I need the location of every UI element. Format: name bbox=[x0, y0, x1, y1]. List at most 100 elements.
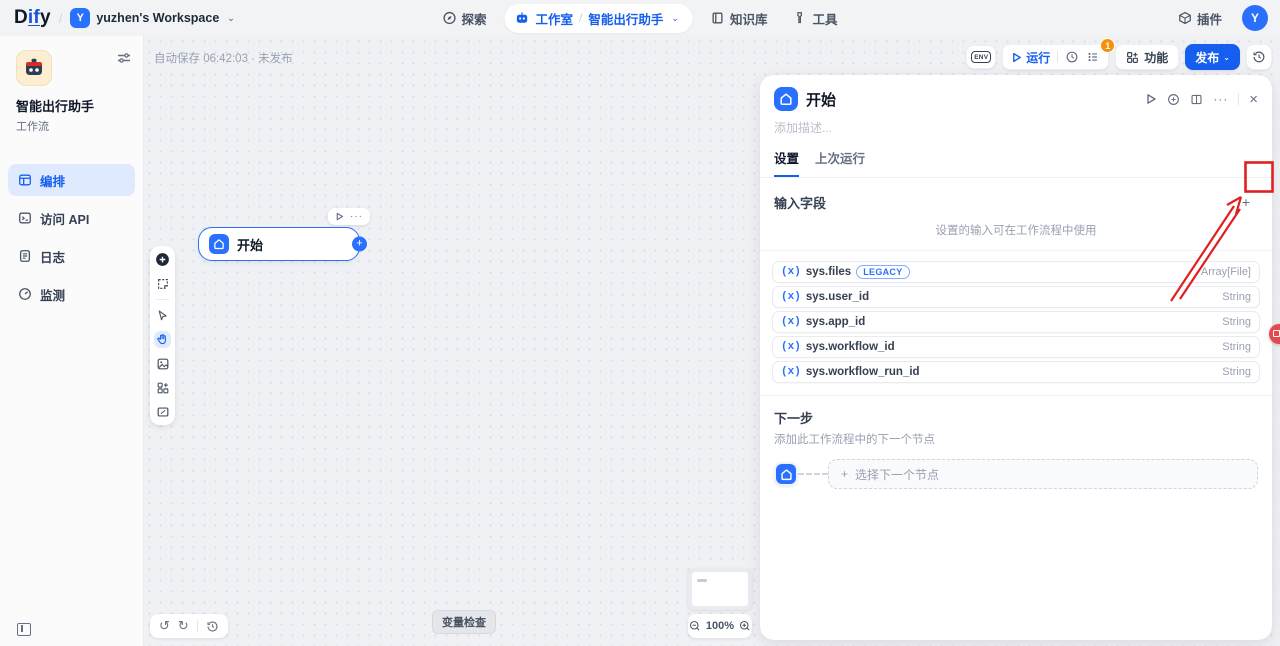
select-next-node-button[interactable]: + 选择下一个节点 bbox=[828, 459, 1258, 489]
circle-plus-icon[interactable] bbox=[1167, 93, 1180, 106]
home-icon bbox=[774, 462, 798, 486]
field-row-sys-user-id[interactable]: (x) sys.user_id String bbox=[772, 286, 1260, 308]
next-step-title: 下一步 bbox=[774, 408, 1258, 427]
version-history-button[interactable] bbox=[1246, 44, 1272, 70]
export-image-icon[interactable] bbox=[154, 355, 171, 372]
features-icon bbox=[1126, 51, 1139, 64]
field-row-sys-files[interactable]: (x) sys.files LEGACY Array[File] bbox=[772, 261, 1260, 283]
field-row-sys-app-id[interactable]: (x) sys.app_id String bbox=[772, 311, 1260, 333]
layout-columns-icon[interactable] bbox=[1190, 93, 1203, 106]
checklist-badge: 1 bbox=[1100, 38, 1115, 53]
input-fields-title: 输入字段 bbox=[774, 193, 826, 212]
home-icon bbox=[209, 234, 229, 254]
zoom-out-icon[interactable] bbox=[689, 620, 701, 632]
breadcrumb-separator: / bbox=[59, 11, 63, 26]
panel-tabs: 设置 上次运行 bbox=[760, 136, 1272, 178]
close-icon[interactable]: × bbox=[1249, 91, 1258, 108]
app-name: 智能出行助手 bbox=[16, 96, 131, 115]
zoom-in-icon[interactable] bbox=[739, 620, 751, 632]
checklist-icon[interactable] bbox=[1086, 50, 1100, 64]
robot-icon bbox=[515, 11, 530, 26]
nav-studio[interactable]: 工作室 bbox=[536, 9, 574, 28]
field-type: Array[File] bbox=[1201, 266, 1251, 278]
variable-icon: (x) bbox=[781, 316, 801, 328]
chevron-down-icon: ⌄ bbox=[227, 13, 235, 24]
app-settings-icon[interactable] bbox=[117, 52, 131, 64]
description-placeholder[interactable]: 添加描述... bbox=[760, 111, 1272, 136]
hand-tool-icon[interactable] bbox=[154, 331, 171, 348]
chevron-down-icon: ⌄ bbox=[671, 13, 679, 24]
variable-icon: (x) bbox=[781, 366, 801, 378]
more-icon[interactable]: ··· bbox=[1213, 92, 1228, 106]
undo-redo-bar: ↺ ↻ bbox=[150, 614, 228, 638]
add-node-icon[interactable] bbox=[154, 251, 171, 268]
sidebar-collapse-icon[interactable] bbox=[17, 623, 31, 636]
run-button[interactable]: 运行 bbox=[1011, 49, 1050, 66]
next-step-subtitle: 添加此工作流程中的下一个节点 bbox=[774, 431, 1258, 447]
run-toolbar-group: 运行 1 bbox=[1002, 44, 1109, 70]
organize-blocks-icon[interactable] bbox=[154, 379, 171, 396]
add-next-node-handle[interactable]: + bbox=[352, 237, 367, 252]
app-type: 工作流 bbox=[16, 118, 131, 134]
chevron-down-icon: ⌄ bbox=[1223, 53, 1230, 62]
field-row-sys-workflow-id[interactable]: (x) sys.workflow_id String bbox=[772, 336, 1260, 358]
zoom-level[interactable]: 100% bbox=[706, 620, 734, 632]
nav-explore[interactable]: 探索 bbox=[435, 5, 495, 32]
log-icon bbox=[18, 249, 32, 263]
fit-view-icon[interactable] bbox=[154, 403, 171, 420]
autosave-status: 自动保存 06:42:03 · 未发布 bbox=[154, 50, 293, 66]
sidebar-item-api[interactable]: 访问 API bbox=[8, 202, 135, 234]
field-type: String bbox=[1222, 291, 1251, 303]
sidebar-item-monitoring[interactable]: 监测 bbox=[8, 278, 135, 310]
note-icon[interactable] bbox=[154, 275, 171, 292]
variable-icon: (x) bbox=[781, 266, 801, 278]
play-icon[interactable] bbox=[1145, 93, 1157, 105]
nav-studio-group[interactable]: 工作室 / 智能出行助手 ⌄ bbox=[505, 4, 693, 33]
orchestrate-icon bbox=[18, 173, 32, 187]
node-config-panel: 开始 ··· × 添加描述... 设置 上次运行 输入字段 + 设置的输入可在工… bbox=[760, 75, 1272, 640]
gauge-icon bbox=[18, 287, 32, 301]
legacy-badge: LEGACY bbox=[856, 265, 909, 279]
app-sidebar: 智能出行助手 工作流 编排 访问 API 日志 监测 bbox=[0, 36, 144, 646]
features-button[interactable]: 功能 bbox=[1115, 44, 1179, 70]
change-history-icon[interactable] bbox=[206, 620, 219, 633]
home-icon bbox=[774, 87, 798, 111]
book-icon bbox=[711, 11, 725, 25]
tab-last-run[interactable]: 上次运行 bbox=[815, 148, 865, 177]
connector-line bbox=[798, 473, 828, 475]
workspace-switcher[interactable]: Y yuzhen's Workspace ⌄ bbox=[70, 8, 234, 28]
app-icon[interactable] bbox=[16, 50, 52, 86]
timer-icon[interactable] bbox=[1065, 50, 1079, 64]
user-avatar[interactable]: Y bbox=[1242, 5, 1268, 31]
nav-plugins[interactable]: 插件 bbox=[1170, 5, 1230, 32]
sidebar-item-logs[interactable]: 日志 bbox=[8, 240, 135, 272]
tab-settings[interactable]: 设置 bbox=[774, 148, 799, 177]
redo-icon[interactable]: ↻ bbox=[178, 618, 189, 634]
history-icon bbox=[1252, 50, 1266, 64]
input-fields-hint: 设置的输入可在工作流程中使用 bbox=[760, 220, 1272, 251]
play-icon bbox=[1011, 52, 1022, 63]
more-icon[interactable]: ··· bbox=[350, 211, 363, 222]
variable-check-button[interactable]: 变量检查 bbox=[432, 610, 496, 634]
top-header: Dify / Y yuzhen's Workspace ⌄ 探索 工作室 / 智… bbox=[0, 0, 1280, 36]
canvas-tool-rail bbox=[150, 246, 175, 425]
terminal-icon bbox=[18, 211, 32, 225]
dify-logo[interactable]: Dify bbox=[14, 7, 51, 29]
node-hover-toolbar[interactable]: ··· bbox=[328, 208, 370, 225]
nav-current-app[interactable]: 智能出行助手 bbox=[588, 9, 663, 28]
sidebar-item-orchestrate[interactable]: 编排 bbox=[8, 164, 135, 196]
input-fields-list: (x) sys.files LEGACY Array[File] (x) sys… bbox=[760, 251, 1272, 396]
workspace-avatar: Y bbox=[70, 8, 90, 28]
publish-button[interactable]: 发布 ⌄ bbox=[1185, 44, 1240, 70]
undo-icon[interactable]: ↺ bbox=[159, 618, 170, 634]
explore-icon bbox=[443, 11, 457, 25]
pointer-icon[interactable] bbox=[154, 307, 171, 324]
env-button[interactable]: ENV bbox=[966, 45, 996, 69]
nav-tools[interactable]: 工具 bbox=[785, 5, 845, 32]
add-input-field-button[interactable]: + bbox=[1234, 190, 1258, 214]
minimap[interactable] bbox=[688, 568, 752, 610]
start-node[interactable]: 开始 + bbox=[198, 227, 360, 261]
nav-knowledge[interactable]: 知识库 bbox=[703, 5, 776, 32]
variable-icon: (x) bbox=[781, 341, 801, 353]
field-row-sys-workflow-run-id[interactable]: (x) sys.workflow_run_id String bbox=[772, 361, 1260, 383]
